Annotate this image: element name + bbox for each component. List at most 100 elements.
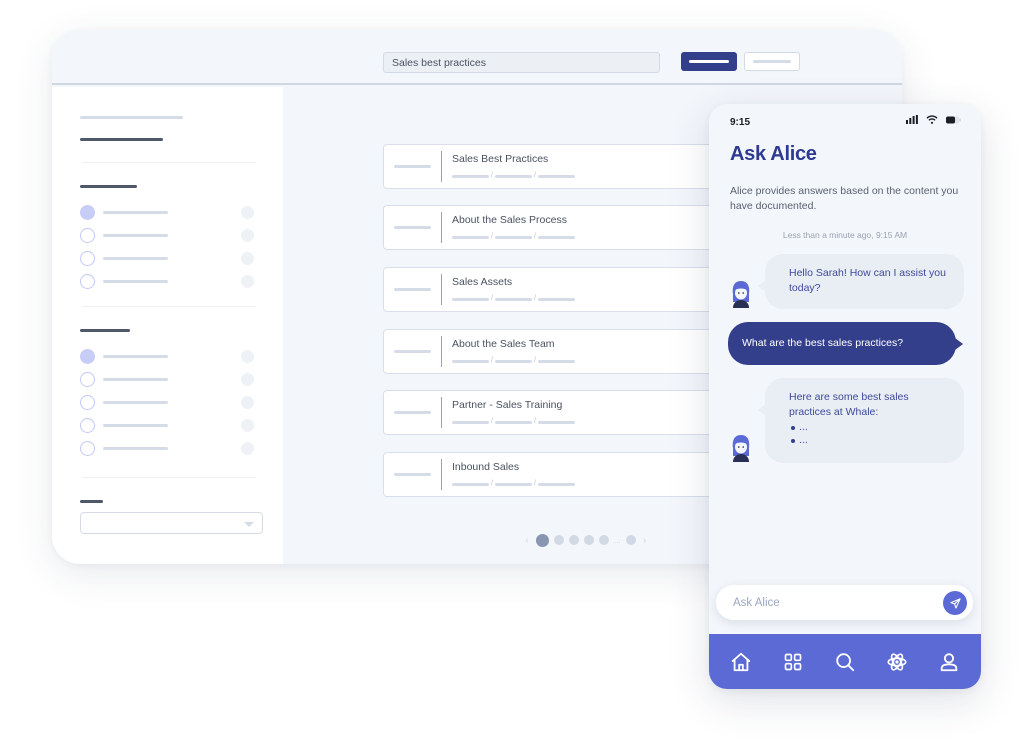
card-thumbnail-placeholder	[394, 165, 431, 168]
option-label-placeholder	[103, 401, 168, 404]
card-title: About the Sales Process	[452, 214, 567, 226]
option-count-badge	[241, 206, 254, 219]
divider	[82, 306, 256, 307]
divider	[82, 477, 256, 478]
radio[interactable]	[80, 441, 95, 456]
option-count-badge	[241, 275, 254, 288]
result-card[interactable]: Partner - Sales Training / /	[383, 390, 723, 435]
chevron-down-icon	[244, 522, 254, 527]
card-divider	[441, 397, 442, 428]
option-label-placeholder	[103, 257, 168, 260]
option-label-placeholder	[103, 447, 168, 450]
secondary-button[interactable]	[744, 52, 800, 71]
filter-dropdown[interactable]	[80, 512, 263, 534]
card-thumbnail-placeholder	[394, 288, 431, 291]
card-divider	[441, 336, 442, 367]
status-time: 9:15	[730, 117, 751, 128]
radio-selected[interactable]	[80, 205, 95, 220]
radio[interactable]	[80, 395, 95, 410]
dropdown-label-placeholder	[80, 500, 103, 503]
option-label-placeholder	[103, 280, 168, 283]
option-count-badge	[241, 373, 254, 386]
card-breadcrumb: / /	[452, 357, 575, 364]
option-label-placeholder	[103, 211, 168, 214]
sidebar-title-placeholder	[80, 138, 163, 141]
chevron-right-icon[interactable]: ›	[641, 535, 649, 546]
user-icon	[940, 652, 958, 671]
battery-icon	[946, 116, 961, 123]
radio[interactable]	[80, 372, 95, 387]
ask-input[interactable]	[733, 594, 933, 611]
bottom-tab-bar	[709, 634, 981, 689]
filter-group-1-label	[80, 185, 137, 188]
atom-icon	[887, 652, 907, 671]
page-dot[interactable]	[569, 535, 579, 545]
secondary-button-label-placeholder	[753, 60, 791, 63]
tab-profile[interactable]	[935, 648, 963, 676]
app-description: Alice provides answers based on the cont…	[730, 185, 959, 212]
primary-button[interactable]	[681, 52, 737, 71]
radio[interactable]	[80, 251, 95, 266]
tab-apps[interactable]	[779, 648, 807, 676]
card-divider	[441, 212, 442, 243]
chevron-left-icon[interactable]: ‹	[523, 535, 531, 546]
filter-option[interactable]	[80, 349, 256, 365]
pagination: ‹ ... ›	[523, 532, 649, 548]
alice-avatar	[732, 281, 750, 308]
primary-button-label-placeholder	[689, 60, 729, 63]
radio[interactable]	[80, 274, 95, 289]
page-dot[interactable]	[554, 535, 564, 545]
filter-option[interactable]	[80, 274, 256, 290]
option-label-placeholder	[103, 378, 168, 381]
card-title: Inbound Sales	[452, 461, 520, 473]
filter-option[interactable]	[80, 418, 256, 434]
wifi-icon	[926, 115, 938, 124]
user-message-text: What are the best sales practices?	[742, 337, 904, 349]
page-dot-last[interactable]	[625, 535, 636, 545]
result-card[interactable]: Sales Best Practices / /	[383, 144, 723, 189]
bullet-item: ...	[789, 434, 950, 447]
ask-input-bar	[716, 585, 973, 620]
answer-bullets: ... ...	[789, 421, 950, 447]
top-bar: Sales best practices	[52, 30, 902, 85]
filter-option[interactable]	[80, 228, 256, 244]
radio-selected[interactable]	[80, 349, 95, 364]
card-title: Sales Best Practices	[452, 153, 549, 165]
card-divider	[441, 151, 442, 182]
card-title: Sales Assets	[452, 276, 513, 288]
result-card[interactable]: Inbound Sales / /	[383, 452, 723, 497]
card-breadcrumb: / /	[452, 172, 575, 179]
sidebar-heading-placeholder	[80, 116, 183, 119]
page-dot-active[interactable]	[536, 533, 549, 547]
page-dot[interactable]	[599, 535, 609, 545]
alice-avatar	[732, 435, 750, 462]
filter-option[interactable]	[80, 372, 256, 388]
tab-home[interactable]	[727, 648, 755, 676]
result-card[interactable]: About the Sales Team / /	[383, 329, 723, 374]
page-dot[interactable]	[584, 535, 594, 545]
send-icon	[949, 597, 961, 609]
filter-option[interactable]	[80, 251, 256, 267]
send-button[interactable]	[943, 591, 967, 615]
filter-option[interactable]	[80, 395, 256, 411]
card-thumbnail-placeholder	[394, 473, 431, 476]
card-breadcrumb: / /	[452, 480, 575, 487]
option-label-placeholder	[103, 234, 168, 237]
filter-option[interactable]	[80, 441, 256, 457]
option-count-badge	[241, 229, 254, 242]
option-count-badge	[241, 350, 254, 363]
result-card[interactable]: Sales Assets / /	[383, 267, 723, 312]
bot-message-text: Here are some best sales practices at Wh…	[789, 391, 909, 418]
result-card[interactable]: About the Sales Process / /	[383, 205, 723, 250]
radio[interactable]	[80, 228, 95, 243]
card-thumbnail-placeholder	[394, 226, 431, 229]
tab-atom[interactable]	[883, 648, 911, 676]
bot-message: Hello Sarah! How can I assist you today?	[758, 254, 964, 309]
tab-search[interactable]	[831, 648, 859, 676]
option-count-badge	[241, 442, 254, 455]
search-input[interactable]: Sales best practices	[383, 52, 660, 73]
filter-option[interactable]	[80, 205, 256, 221]
radio[interactable]	[80, 418, 95, 433]
divider	[82, 162, 256, 163]
card-divider	[441, 459, 442, 490]
